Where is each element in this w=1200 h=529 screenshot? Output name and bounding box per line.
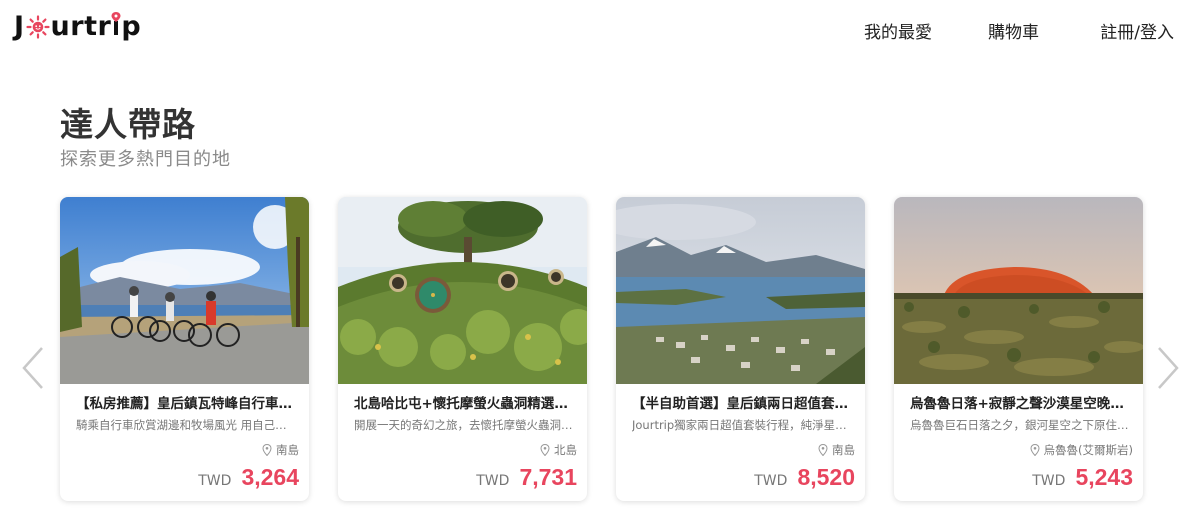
- logo-text: urtr: [50, 10, 112, 42]
- tour-name: 烏魯魯日落+寂靜之聲沙漠星空晚宴…: [910, 396, 1130, 412]
- tour-price: TWD 8,520: [754, 464, 855, 491]
- currency-label: TWD: [198, 473, 232, 489]
- tour-location: 南島: [262, 442, 299, 458]
- tour-image-queenstown: [616, 197, 865, 384]
- tour-location-label: 烏魯魯(艾爾斯岩): [1043, 443, 1133, 457]
- price-value: 3,264: [241, 464, 299, 490]
- nav-cart[interactable]: 購物車: [988, 18, 1039, 43]
- tour-card[interactable]: 【私房推薦】皇后鎮瓦特峰自行車… 騎乘自行車欣賞湖邊和牧場風光 用自己的… 南島…: [60, 197, 309, 501]
- currency-label: TWD: [1032, 473, 1066, 489]
- tour-location-label: 南島: [832, 443, 855, 457]
- price-value: 8,520: [797, 464, 855, 490]
- tour-location: 北島: [540, 442, 577, 458]
- tour-location: 南島: [818, 442, 855, 458]
- header: J urtr p 我的最愛 購物車 註冊/登入: [0, 0, 1200, 58]
- tour-price: TWD 7,731: [476, 464, 577, 491]
- tour-card[interactable]: 烏魯魯日落+寂靜之聲沙漠星空晚宴… 烏魯魯巨石日落之夕，銀河星空之下原住… 烏魯…: [894, 197, 1143, 501]
- logo-letter-j: J: [14, 10, 25, 42]
- map-pin-icon: [1030, 444, 1040, 456]
- chevron-left-icon[interactable]: [18, 344, 48, 392]
- section-title: 達人帶路: [60, 105, 196, 144]
- tour-description: 騎乘自行車欣賞湖邊和牧場風光 用自己的…: [76, 418, 296, 432]
- price-value: 7,731: [519, 464, 577, 490]
- tour-name: 【半自助首選】皇后鎮兩日超值套…: [632, 396, 848, 412]
- nav-favorites[interactable]: 我的最愛: [864, 18, 932, 43]
- tour-price: TWD 5,243: [1032, 464, 1133, 491]
- chevron-right-icon[interactable]: [1153, 344, 1183, 392]
- map-pin-icon: [262, 444, 272, 456]
- tour-card[interactable]: 【半自助首選】皇后鎮兩日超值套… Jourtrip獨家兩日超值套裝行程，純淨星……: [616, 197, 865, 501]
- tour-location-label: 南島: [276, 443, 299, 457]
- tour-description: Jourtrip獨家兩日超值套裝行程，純淨星…: [632, 418, 847, 432]
- nav-register-login[interactable]: 註冊/登入: [1100, 18, 1174, 43]
- sun-icon: [25, 15, 50, 39]
- map-pin-icon: [540, 444, 550, 456]
- logo-text-end: p: [121, 10, 142, 42]
- section-subtitle: 探索更多熱門目的地: [60, 149, 231, 170]
- price-value: 5,243: [1075, 464, 1133, 490]
- tour-location-label: 北島: [554, 443, 577, 457]
- tour-image-hobbiton: [338, 197, 587, 384]
- tour-price: TWD 3,264: [198, 464, 299, 491]
- tour-name: 北島哈比屯+懷托摩螢火蟲洞精選一…: [354, 396, 574, 412]
- logo-i-pin: [111, 11, 121, 42]
- tour-description: 開展一天的奇幻之旅，去懷托摩螢火蟲洞…: [354, 418, 573, 432]
- currency-label: TWD: [476, 473, 510, 489]
- currency-label: TWD: [754, 473, 788, 489]
- tour-card[interactable]: 北島哈比屯+懷托摩螢火蟲洞精選一… 開展一天的奇幻之旅，去懷托摩螢火蟲洞… 北島…: [338, 197, 587, 501]
- jourtrip-logo[interactable]: J urtr p: [14, 8, 141, 44]
- tour-image-cycling: [60, 197, 309, 384]
- tour-location: 烏魯魯(艾爾斯岩): [1030, 442, 1133, 458]
- map-pin-icon: [818, 444, 828, 456]
- tour-image-uluru: [894, 197, 1143, 384]
- tour-description: 烏魯魯巨石日落之夕，銀河星空之下原住…: [910, 418, 1129, 432]
- tour-name: 【私房推薦】皇后鎮瓦特峰自行車…: [76, 396, 292, 412]
